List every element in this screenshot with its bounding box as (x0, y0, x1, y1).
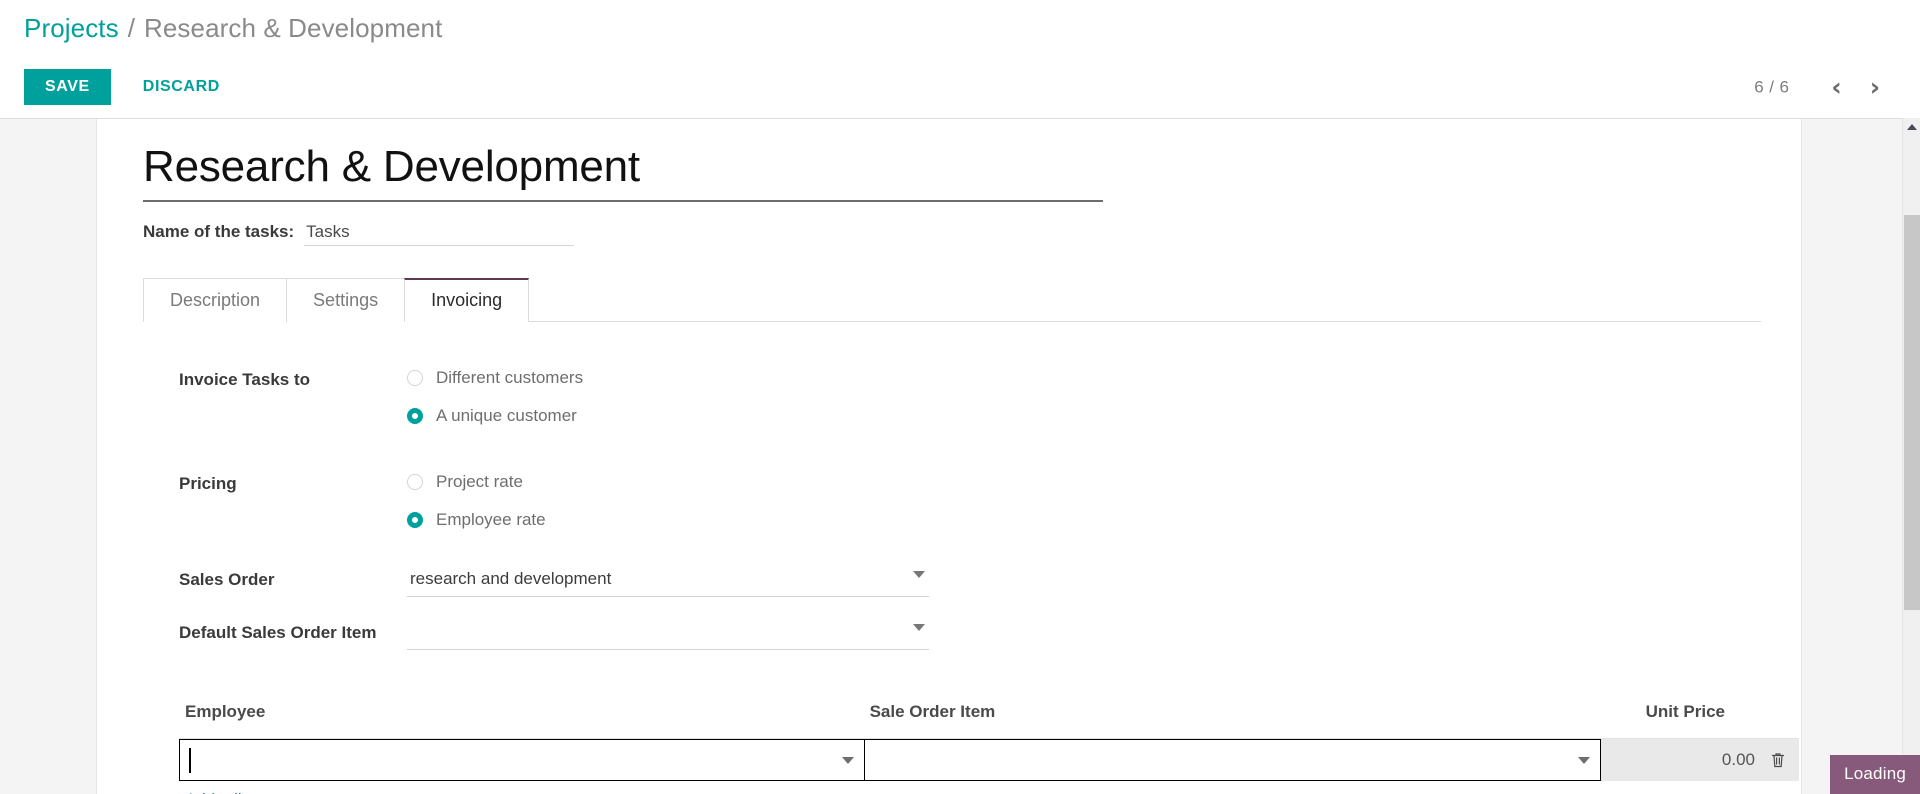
save-button[interactable]: SAVE (24, 69, 111, 105)
trash-icon[interactable] (1769, 751, 1787, 769)
invoice-tasks-to-radio-group: Different customers A unique customer (407, 366, 583, 426)
sale-order-item-cell-wrapper[interactable] (863, 738, 1601, 781)
tab-description[interactable]: Description (143, 277, 288, 322)
radio-label: Different customers (436, 367, 584, 387)
invoice-tasks-to-label: Invoice Tasks to (179, 369, 311, 389)
form-view-container: Research & Development Name of the tasks… (0, 118, 1920, 794)
invoice-tasks-to-row: Invoice Tasks to Different customers A u… (179, 366, 1761, 426)
loading-indicator: Loading (1830, 755, 1920, 794)
tab-settings[interactable]: Settings (286, 277, 406, 322)
employee-input[interactable] (180, 739, 864, 780)
radio-label: Project rate (436, 471, 523, 491)
radio-checked-icon (407, 407, 423, 424)
odoo-project-form-view: Projects / Research & Development SAVE D… (0, 0, 1920, 794)
pricing-radio-group: Project rate Employee rate (407, 470, 546, 530)
default-sales-order-item-input[interactable] (407, 618, 929, 650)
cell-sale-order-item (863, 738, 1601, 781)
vertical-scrollbar[interactable] (1902, 118, 1920, 794)
chevron-down-icon[interactable] (913, 570, 925, 578)
employee-cell-wrapper[interactable] (179, 738, 864, 781)
sales-order-input[interactable] (407, 565, 929, 597)
pricing-label: Pricing (179, 473, 237, 493)
pricing-row: Pricing Project rate Employee rate (179, 470, 1761, 530)
page-title: Research & Development (143, 141, 1103, 202)
pager-count: 6 / 6 (1754, 77, 1790, 96)
radio-checked-icon (407, 511, 423, 528)
radio-different-customers[interactable]: Different customers (407, 368, 583, 388)
chevron-down-icon[interactable] (841, 756, 854, 764)
task-name-input[interactable] (304, 219, 575, 246)
table-header-row: Employee Sale Order Item Unit Price (179, 701, 1799, 739)
radio-label: A unique customer (436, 405, 577, 425)
default-sales-order-item-field (407, 618, 929, 650)
notebook-tabs: Description Settings Invoicing (143, 277, 1761, 322)
unit-price-value: 0.00 (1721, 749, 1755, 769)
radio-employee-rate[interactable]: Employee rate (407, 510, 546, 530)
cell-employee (179, 738, 864, 781)
text-cursor (189, 747, 191, 773)
column-header-employee: Employee (179, 701, 864, 739)
radio-unchecked-icon (407, 369, 423, 386)
radio-label: Employee rate (436, 509, 546, 529)
tab-panel-invoicing: Invoice Tasks to Different customers A u… (143, 322, 1799, 794)
sales-order-label: Sales Order (179, 569, 275, 589)
add-a-line-link[interactable]: Add a line (185, 790, 261, 794)
default-sales-order-item-row: Default Sales Order Item (179, 618, 1761, 650)
task-name-label: Name of the tasks: (143, 221, 295, 241)
breadcrumb: Projects / Research & Development (0, 0, 1920, 56)
cell-unit-price: 0.00 (1600, 738, 1799, 781)
breadcrumb-current: Research & Development (143, 12, 443, 43)
scrollbar-thumb[interactable] (1904, 215, 1920, 610)
title-section: Research & Development Name of the tasks… (143, 141, 1103, 246)
scroll-up-icon[interactable] (1903, 118, 1920, 136)
radio-a-unique-customer[interactable]: A unique customer (407, 406, 583, 426)
breadcrumb-separator: / (127, 12, 135, 43)
default-sales-order-item-label: Default Sales Order Item (179, 622, 377, 642)
chevron-down-icon[interactable] (913, 623, 925, 631)
sale-order-item-input[interactable] (864, 739, 1600, 780)
discard-button[interactable]: DISCARD (125, 69, 238, 105)
breadcrumb-projects-link[interactable]: Projects (24, 13, 119, 44)
control-panel: SAVE DISCARD 6 / 6 ‹ › (0, 56, 1920, 118)
employee-table: Employee Sale Order Item Unit Price 0.00 (179, 701, 1799, 781)
column-header-unit-price: Unit Price (1600, 701, 1799, 739)
table-row: 0.00 (179, 738, 1799, 781)
form-sheet: Research & Development Name of the tasks… (96, 119, 1802, 794)
sales-order-field (407, 565, 929, 597)
radio-unchecked-icon (407, 473, 423, 490)
pager: 6 / 6 ‹ › (1754, 73, 1892, 102)
radio-project-rate[interactable]: Project rate (407, 472, 546, 492)
task-name-field-row: Name of the tasks: (143, 219, 1103, 246)
employee-mapping-list: Employee Sale Order Item Unit Price 0.00 (179, 701, 1799, 794)
column-header-sale-order-item: Sale Order Item (863, 701, 1601, 739)
tab-invoicing[interactable]: Invoicing (404, 277, 530, 322)
chevron-right-icon[interactable]: › (1858, 73, 1892, 102)
unit-price-cell[interactable]: 0.00 (1600, 738, 1799, 781)
chevron-left-icon[interactable]: ‹ (1819, 73, 1853, 102)
chevron-down-icon[interactable] (1577, 756, 1590, 764)
sales-order-row: Sales Order (179, 565, 1761, 597)
